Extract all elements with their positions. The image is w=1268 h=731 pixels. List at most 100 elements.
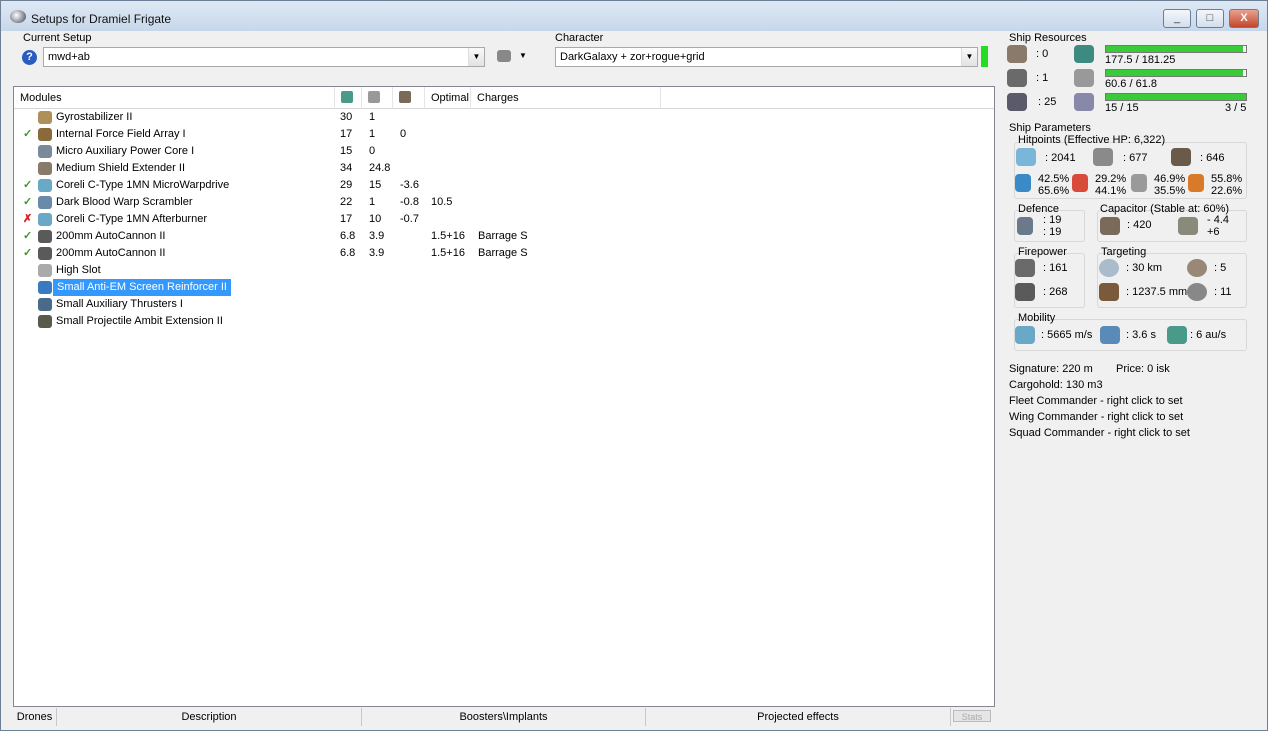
ship-parameters-title: Ship Parameters [1009,122,1091,134]
module-row[interactable]: Small Auxiliary Thrusters I [14,296,991,313]
kinetic-resist-armor: 35.5% [1154,185,1186,197]
targeting-title: Targeting [1101,246,1147,258]
close-button[interactable]: X [1229,9,1259,28]
module-name: Small Projectile Ambit Extension II [56,315,223,327]
price: Price: 0 isk [1116,363,1170,375]
defence-value-2: : 19 [1043,226,1062,238]
module-status-icon: ✓ [23,196,33,208]
column-charges[interactable]: Charges [471,87,661,109]
tools-dropdown-arrow[interactable]: ▼ [519,51,527,60]
sensor-strength-icon [1187,283,1207,301]
module-row[interactable]: ✓ 200mm AutoCannon II 6.8 3.9 1.5+16 Barrage … [14,245,991,262]
window-title: Setups for Dramiel Frigate [31,12,172,26]
tab-drones[interactable]: Drones [13,708,57,726]
setup-select[interactable]: mwd+ab ▼ [43,47,485,67]
module-icon [38,281,52,294]
module-cpu: 17 [340,213,353,225]
armor-hp: : 677 [1123,152,1148,164]
powergrid-bar [1105,69,1247,77]
module-row[interactable]: ✓ 200mm AutoCannon II 6.8 3.9 1.5+16 Barrage … [14,228,991,245]
shield-hp: : 2041 [1045,152,1076,164]
module-row[interactable]: Small Anti-EM Screen Reinforcer II [14,279,991,296]
cpu-bar [1105,45,1247,53]
cpu-bar-fill [1106,46,1244,52]
module-row[interactable]: ✓ Internal Force Field Array I 17 1 0 [14,126,991,143]
module-status-icon: ✗ [23,213,33,225]
column-powergrid[interactable] [362,87,393,109]
title-bar[interactable]: Setups for Dramiel Frigate _ □ X [1,1,1267,31]
launcher-hardpoints: : 1 [1036,72,1049,84]
tab-projected-effects[interactable]: Projected effects [646,708,951,726]
wrench-icon[interactable] [497,50,511,62]
help-icon[interactable]: ? [22,50,37,65]
module-cpu: 29 [340,179,353,191]
stats-button[interactable]: Stats [953,710,991,722]
character-select[interactable]: DarkGalaxy + zor+rogue+grid ▼ [555,47,978,67]
module-icon [38,298,52,311]
module-charges: Barrage S [478,247,528,259]
tab-description[interactable]: Description [57,708,362,726]
minimize-button[interactable]: _ [1163,9,1191,28]
column-optimal[interactable]: Optimal [425,87,471,109]
signature-radius: Signature: 220 m [1009,363,1093,375]
module-cpu: 15 [340,145,353,157]
module-row[interactable]: ✓ Dark Blood Warp Scrambler 22 1 -0.8 10.5 [14,194,991,211]
thermal-resist-shield: 29.2% [1095,173,1127,185]
module-cpu: 6.8 [340,247,356,259]
module-optimal: 1.5+16 [431,247,465,259]
module-icon [38,179,52,192]
module-row[interactable]: ✓ Coreli C-Type 1MN MicroWarpdrive 29 15 -3.… [14,177,991,194]
drone-bay-value: : 25 [1038,96,1057,108]
powergrid-value: 60.6 / 61.8 [1105,78,1157,90]
module-status-icon: ✓ [23,230,33,242]
module-icon [38,128,52,141]
scan-resolution-icon [1099,283,1119,301]
targeting-range: : 30 km [1126,262,1163,274]
chevron-down-icon: ▼ [961,48,977,66]
drones-count: 3 / 5 [1225,102,1247,114]
module-row[interactable]: Micro Auxiliary Power Core I 15 0 [14,143,991,160]
module-name: Dark Blood Warp Scrambler [56,196,193,208]
scan-resolution: : 1237.5 mm [1126,286,1188,298]
maximize-button[interactable]: □ [1196,9,1224,28]
bottom-tabs: Drones Description Boosters\Implants Pro… [13,708,995,726]
module-row[interactable]: Medium Shield Extender II 34 24.8 [14,160,991,177]
calibration-bar [1105,93,1247,101]
module-row[interactable]: Gyrostabilizer II 30 1 [14,109,991,126]
squad-commander[interactable]: Squad Commander - right click to set [1009,427,1190,439]
calibration-icon [1074,93,1094,111]
module-name: Small Anti-EM Screen Reinforcer II [53,279,231,296]
module-cpu: 6.8 [340,230,356,242]
firepower-title: Firepower [1018,246,1067,258]
column-capacitor[interactable] [393,87,425,109]
column-modules[interactable]: Modules [14,87,335,109]
fleet-commander[interactable]: Fleet Commander - right click to set [1009,395,1183,407]
module-row[interactable]: High Slot [14,262,991,279]
explosive-resist-shield: 55.8% [1211,173,1243,185]
module-icon [38,162,52,175]
character-label: Character [555,32,604,44]
module-optimal: 10.5 [431,196,453,208]
max-targets-icon [1187,259,1207,277]
weapon-dps: : 161 [1043,262,1068,274]
module-cpu: 30 [340,111,353,123]
module-name: Internal Force Field Array I [56,128,186,140]
velocity-icon [1015,326,1035,344]
module-status-icon: ✓ [23,179,33,191]
setups-window: Setups for Dramiel Frigate _ □ X Current… [0,0,1268,731]
current-setup-label: Current Setup [23,32,92,44]
module-row[interactable]: ✗ Coreli C-Type 1MN Afterburner 17 10 -0.7 [14,211,991,228]
drone-bay-icon [1007,93,1027,111]
ship-resources-title: Ship Resources [1009,32,1087,44]
column-cpu[interactable] [335,87,362,109]
tab-boosters-implants[interactable]: Boosters\Implants [362,708,646,726]
module-icon [38,196,52,209]
wing-commander[interactable]: Wing Commander - right click to set [1009,411,1183,423]
module-row[interactable]: Small Projectile Ambit Extension II [14,313,991,330]
module-name: Small Auxiliary Thrusters I [56,298,183,310]
module-powergrid: 15 [369,179,382,191]
module-icon [38,145,52,158]
hitpoints-title: Hitpoints (Effective HP: 6,322) [1018,134,1166,146]
turret-hardpoint-icon [1007,45,1027,63]
capacitor-gain: +6 [1207,226,1220,238]
